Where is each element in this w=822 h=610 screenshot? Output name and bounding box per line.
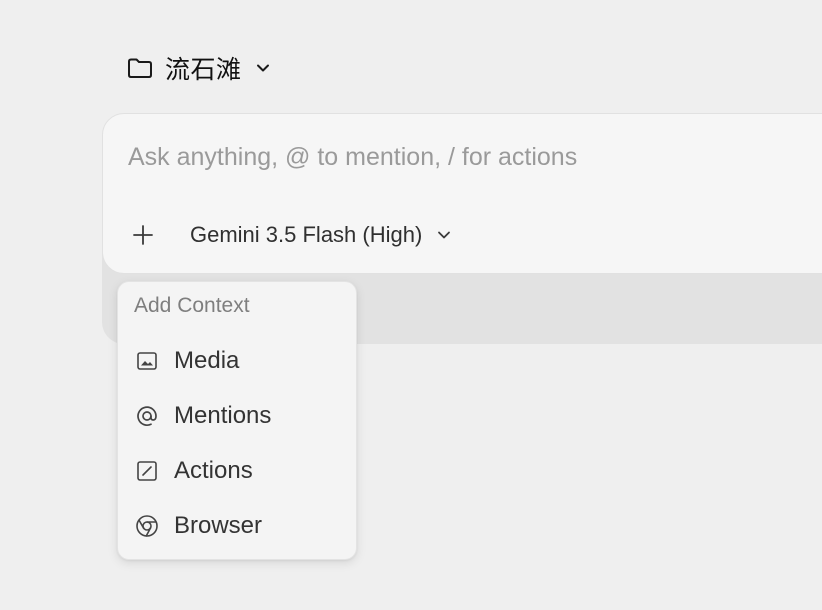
chrome-icon (135, 514, 159, 538)
at-icon (135, 404, 159, 428)
menu-item-label: Actions (174, 457, 253, 484)
add-context-menu: Add Context Media Mentions Actions Brows… (117, 281, 357, 560)
add-context-button[interactable] (131, 223, 155, 247)
chevron-down-icon (256, 61, 270, 75)
folder-icon (127, 56, 153, 80)
menu-item-mentions[interactable]: Mentions (118, 392, 356, 440)
slash-icon (135, 459, 159, 483)
chat-composer: Ask anything, @ to mention, / for action… (102, 113, 822, 274)
model-selector[interactable]: Gemini 3.5 Flash (High) (190, 220, 451, 250)
menu-item-label: Mentions (174, 402, 272, 429)
menu-header: Add Context (134, 294, 250, 317)
menu-item-media[interactable]: Media (118, 337, 356, 385)
menu-item-actions[interactable]: Actions (118, 447, 356, 495)
model-label: Gemini 3.5 Flash (High) (190, 222, 423, 247)
chevron-down-icon (437, 228, 451, 242)
menu-item-browser[interactable]: Browser (118, 502, 356, 550)
prompt-input[interactable]: Ask anything, @ to mention, / for action… (128, 143, 577, 172)
image-icon (135, 349, 159, 373)
workspace-name: 流石滩 (165, 55, 242, 84)
workspace-selector[interactable]: 流石滩 (127, 50, 270, 86)
menu-item-label: Media (174, 347, 240, 374)
plus-icon (132, 224, 154, 246)
menu-item-label: Browser (174, 512, 263, 539)
